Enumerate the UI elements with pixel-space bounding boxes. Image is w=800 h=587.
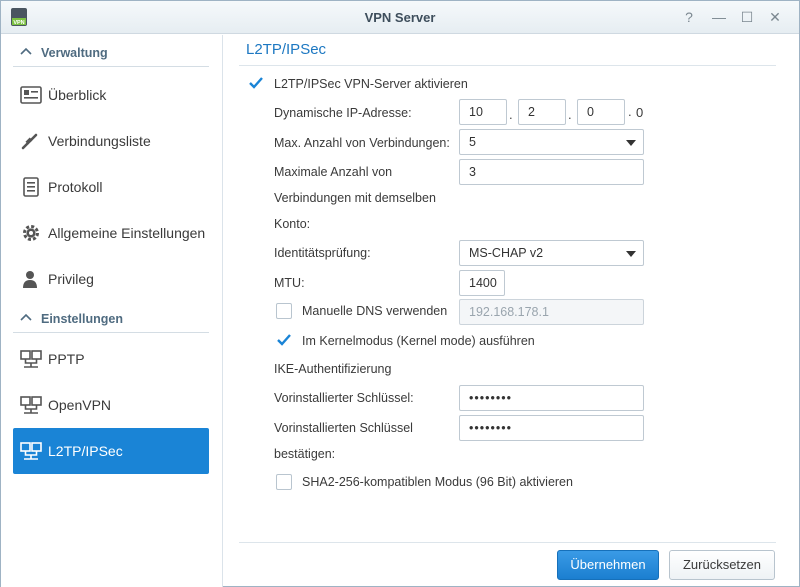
ike-header: IKE-Authentifizierung (274, 362, 392, 376)
manual-dns-checkbox[interactable] (276, 303, 292, 319)
sidebar-item-general-settings[interactable]: Allgemeine Einstellungen (13, 210, 209, 256)
network-icon (20, 442, 42, 460)
section-verwaltung[interactable]: Verwaltung (13, 41, 209, 67)
enable-label: L2TP/IPSec VPN-Server aktivieren (274, 77, 468, 91)
auth-label: Identitätsprüfung: (274, 246, 371, 260)
chevron-down-icon (626, 251, 636, 257)
ip-separator: . (509, 107, 513, 122)
ip-octet-2[interactable]: 2 (518, 99, 566, 125)
help-icon[interactable]: ? (679, 7, 699, 27)
psk-confirm-label-1: Vorinstallierten Schlüssel (274, 421, 413, 435)
title-bar[interactable]: VPN VPN Server ? — ☐ ✕ (1, 1, 799, 34)
sidebar-item-label: OpenVPN (48, 397, 112, 413)
mtu-field[interactable]: 1400 (459, 270, 505, 296)
page-title: L2TP/IPSec (246, 41, 327, 58)
sidebar: Verwaltung Überblick Verbindungsliste Pr… (1, 35, 223, 587)
sidebar-item-label: Allgemeine Einstellungen (48, 225, 206, 241)
sidebar-item-label: Privileg (48, 271, 94, 287)
sidebar-item-label: Überblick (48, 87, 107, 103)
section-label: Einstellungen (41, 312, 123, 326)
manual-dns-field[interactable]: 192.168.178.1 (459, 299, 644, 325)
max-same-label-1: Maximale Anzahl von (274, 165, 393, 179)
sidebar-item-log[interactable]: Protokoll (13, 164, 209, 210)
auth-select[interactable]: MS-CHAP v2 (459, 240, 644, 266)
sidebar-item-connection-list[interactable]: Verbindungsliste (13, 118, 209, 164)
ip-separator: . (628, 104, 632, 119)
chevron-up-icon (20, 313, 32, 321)
kernel-mode-label: Im Kernelmodus (Kernel mode) ausführen (302, 334, 535, 348)
sidebar-item-pptp[interactable]: PPTP (13, 336, 209, 382)
kernel-mode-checkbox[interactable] (276, 332, 292, 348)
overview-icon (20, 86, 42, 104)
max-conn-label: Max. Anzahl von Verbindungen: (274, 136, 450, 150)
max-conn-value: 5 (469, 135, 476, 149)
section-label: Verwaltung (41, 46, 108, 60)
maximize-icon[interactable]: ☐ (737, 7, 757, 27)
gear-icon (23, 225, 39, 241)
ip-separator: . (568, 107, 572, 122)
section-einstellungen[interactable]: Einstellungen (13, 307, 209, 333)
sidebar-item-label: L2TP/IPSec (48, 443, 123, 459)
auth-value: MS-CHAP v2 (469, 246, 544, 260)
close-icon[interactable]: ✕ (765, 7, 785, 27)
minimize-icon[interactable]: — (709, 7, 729, 27)
user-icon (23, 271, 37, 288)
ip-octet-3[interactable]: 0 (577, 99, 625, 125)
footer-divider (239, 542, 776, 543)
title-divider (239, 65, 776, 66)
connection-list-icon (21, 133, 38, 150)
vpn-server-window: VPN VPN Server ? — ☐ ✕ Verwaltung Überbl… (0, 0, 800, 587)
apply-button[interactable]: Übernehmen (557, 550, 659, 580)
max-same-account-field[interactable]: 3 (459, 159, 644, 185)
log-icon (23, 177, 39, 197)
mtu-label: MTU: (274, 276, 305, 290)
sidebar-item-openvpn[interactable]: OpenVPN (13, 382, 209, 428)
network-icon (20, 396, 42, 414)
max-same-label-3: Konto: (274, 217, 311, 231)
max-conn-select[interactable]: 5 (459, 129, 644, 155)
sidebar-item-privilege[interactable]: Privileg (13, 256, 209, 302)
network-icon (20, 350, 42, 368)
psk-field[interactable]: •••••••• (459, 385, 644, 411)
enable-checkbox[interactable] (248, 75, 264, 91)
chevron-up-icon (20, 47, 32, 55)
max-same-label-2: Verbindungen mit demselben (274, 191, 436, 205)
sha2-checkbox[interactable] (276, 474, 292, 490)
psk-confirm-label-2: bestätigen: (274, 447, 336, 461)
ip-octet-1[interactable]: 10 (459, 99, 507, 125)
sha2-label: SHA2-256-kompatiblen Modus (96 Bit) akti… (302, 475, 573, 489)
sidebar-item-label: Verbindungsliste (48, 133, 151, 149)
sidebar-item-overview[interactable]: Überblick (13, 72, 209, 118)
reset-button[interactable]: Zurücksetzen (669, 550, 775, 580)
manual-dns-label: Manuelle DNS verwenden (302, 304, 448, 318)
psk-label: Vorinstallierter Schlüssel: (274, 391, 414, 405)
ip-octet-4: 0 (636, 105, 644, 120)
sidebar-item-label: PPTP (48, 351, 85, 367)
sidebar-item-l2tp-ipsec[interactable]: L2TP/IPSec (13, 428, 209, 474)
main-panel: L2TP/IPSec L2TP/IPSec VPN-Server aktivie… (224, 35, 800, 587)
psk-confirm-field[interactable]: •••••••• (459, 415, 644, 441)
chevron-down-icon (626, 140, 636, 146)
dyn-ip-label: Dynamische IP-Adresse: (274, 106, 412, 120)
sidebar-item-label: Protokoll (48, 179, 103, 195)
